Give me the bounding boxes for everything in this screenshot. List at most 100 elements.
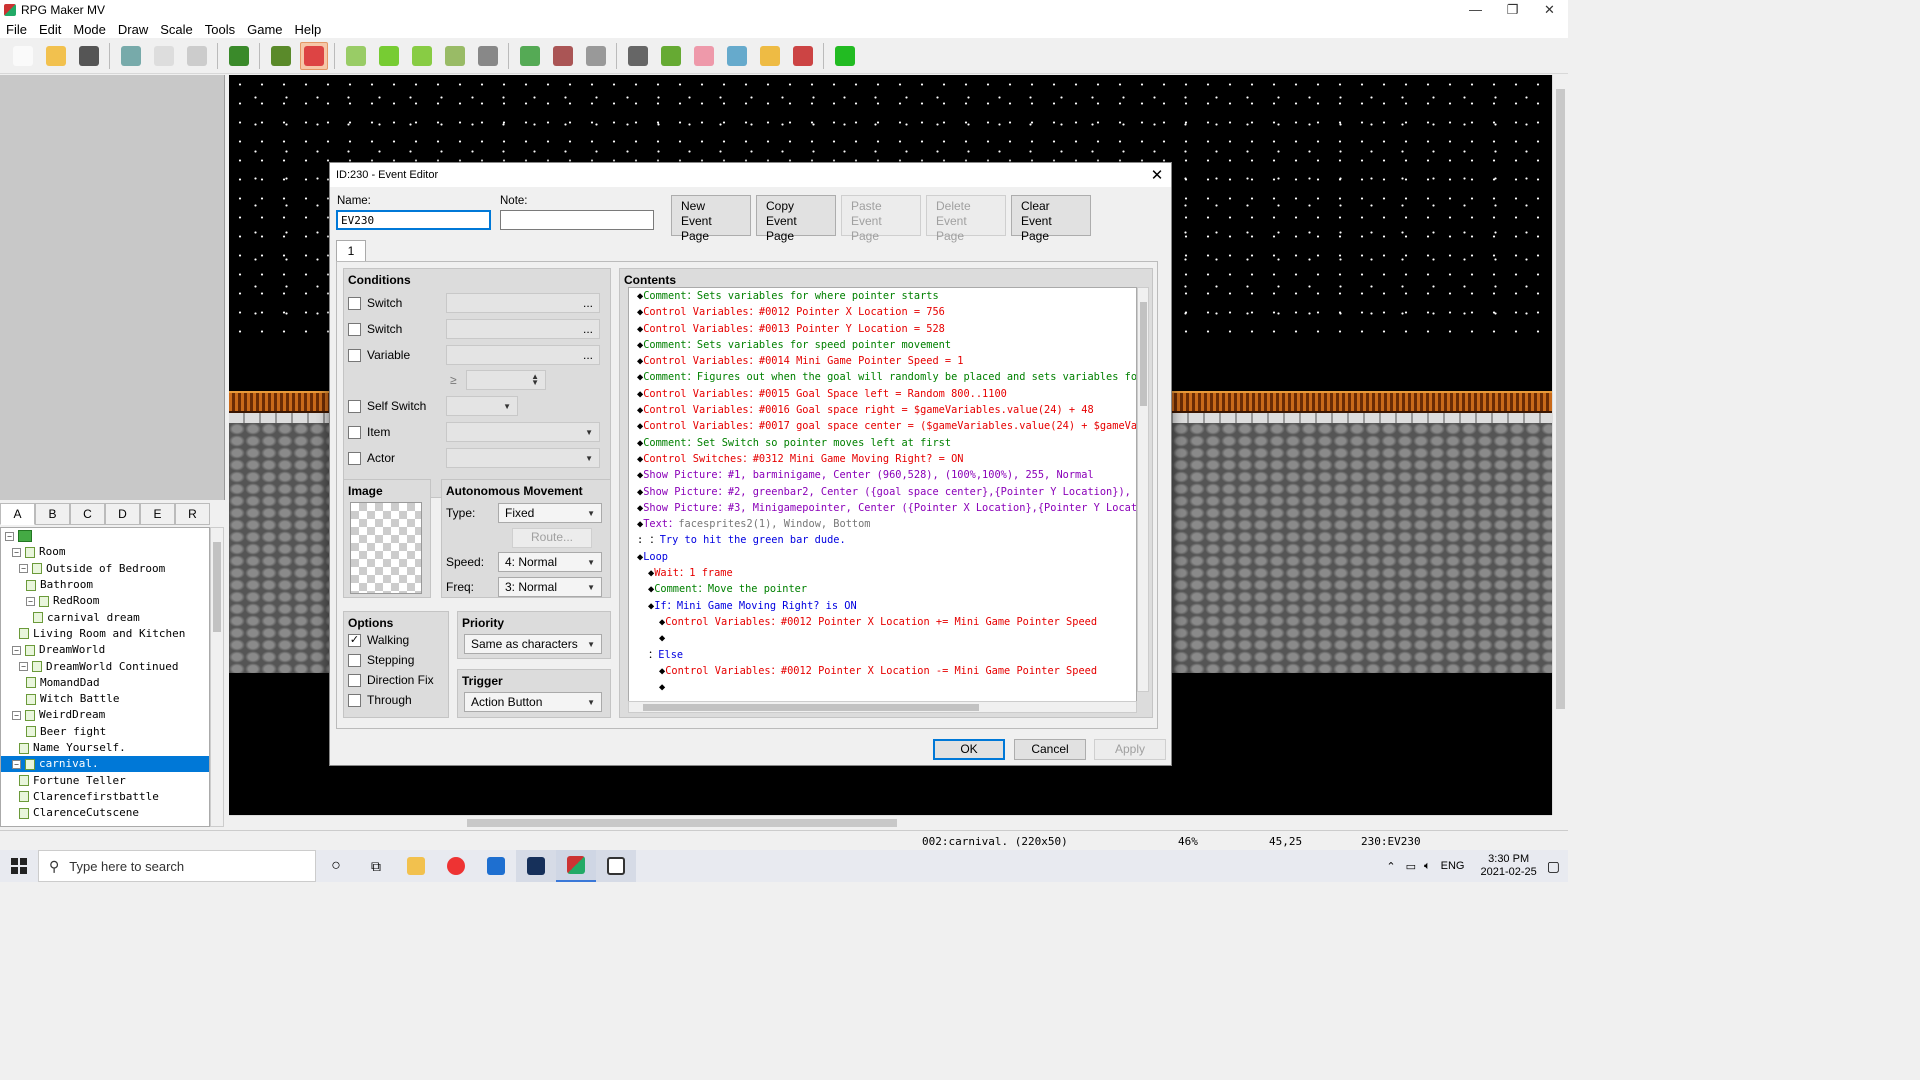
open-project-button[interactable] — [42, 42, 70, 70]
menu-game[interactable]: Game — [241, 22, 288, 37]
option-walking-checkbox[interactable]: ✓ Walking — [348, 633, 409, 647]
resource-manager-button[interactable] — [756, 42, 784, 70]
maximize-button[interactable]: ❐ — [1494, 2, 1531, 18]
menu-scale[interactable]: Scale — [154, 22, 199, 37]
collapse-icon[interactable]: − — [5, 531, 14, 541]
dialog-close-icon[interactable]: ✕ — [1143, 166, 1171, 184]
command-line[interactable]: ◆Comment：Figures out when the goal will … — [629, 369, 1136, 385]
database-button[interactable] — [624, 42, 652, 70]
minimize-button[interactable]: — — [1457, 2, 1494, 18]
task-view-button[interactable]: ⧉ — [356, 850, 396, 882]
event-image-preview[interactable] — [350, 502, 422, 594]
contents-vertical-scrollbar[interactable] — [1137, 287, 1149, 692]
command-line[interactable]: ◆Show Picture：#1, barminigame, Center (9… — [629, 467, 1136, 483]
condition-switch-checkbox[interactable]: Switch — [348, 322, 402, 336]
option-stepping-checkbox[interactable]: Stepping — [348, 653, 414, 667]
command-line[interactable]: ◆Loop — [629, 549, 1136, 565]
map-tree[interactable]: − − Room − Outside of Bedroom Bathroom − RedRoo… — [0, 527, 210, 827]
tileset-tab-b[interactable]: B — [35, 503, 70, 525]
note-field[interactable] — [500, 210, 654, 230]
actual-size-button[interactable] — [582, 42, 610, 70]
command-line[interactable]: ◆Control Variables：#0015 Goal Space left… — [629, 386, 1136, 402]
collapse-icon[interactable]: − — [12, 710, 21, 720]
command-line[interactable]: ◆Comment：Sets variables for speed pointe… — [629, 337, 1136, 353]
command-line[interactable]: ◆Comment：Move the pointer — [629, 581, 1136, 597]
start-button[interactable] — [0, 850, 38, 882]
map-tree-item[interactable]: MomandDad — [1, 675, 209, 691]
map-tree-item[interactable]: − carnival. — [1, 756, 209, 773]
new-project-button[interactable] — [9, 42, 37, 70]
map-mode-button[interactable] — [267, 42, 295, 70]
map-tree-item[interactable]: − DreamWorld — [1, 642, 209, 658]
visual-studio-app[interactable] — [516, 850, 556, 882]
undo-button[interactable] — [225, 42, 253, 70]
clock[interactable]: 3:30 PM 2021-02-25 — [1480, 853, 1536, 879]
map-vertical-scrollbar[interactable] — [1552, 75, 1568, 815]
language-indicator[interactable]: ENG — [1441, 860, 1465, 872]
playtest-button[interactable] — [831, 42, 859, 70]
option-direction-fix-checkbox[interactable]: Direction Fix — [348, 673, 434, 687]
event-command-list[interactable]: ◆Comment：Sets variables for where pointe… — [628, 287, 1137, 702]
clear-event-page-button[interactable]: Clear Event Page — [1011, 195, 1091, 243]
tileset-tab-e[interactable]: E — [140, 503, 175, 525]
plugin-manager-button[interactable] — [657, 42, 685, 70]
command-line[interactable]: ◆Control Variables：#0012 Pointer X Locat… — [629, 614, 1136, 630]
rpg-maker-app[interactable] — [556, 850, 596, 882]
shadow-pen-button[interactable] — [474, 42, 502, 70]
collapse-icon[interactable]: − — [26, 596, 35, 606]
speed-select[interactable]: 4: Normal ▼ — [498, 552, 602, 572]
command-line[interactable]: ◆Wait：1 frame — [629, 565, 1136, 581]
command-line[interactable]: ◆Control Variables：#0016 Goal space righ… — [629, 402, 1136, 418]
ellipse-button[interactable] — [408, 42, 436, 70]
collapse-icon[interactable]: − — [12, 547, 21, 557]
game-window-app[interactable] — [596, 850, 636, 882]
map-tree-item[interactable]: Name Yourself. — [1, 740, 209, 756]
map-tree-item[interactable]: Witch Battle — [1, 691, 209, 707]
tileset-tab-d[interactable]: D — [105, 503, 140, 525]
command-line[interactable]: ◆Control Variables：#0012 Pointer X Locat… — [629, 663, 1136, 679]
command-line[interactable]: ◆Control Switches：#0312 Mini Game Moving… — [629, 451, 1136, 467]
file-explorer-app[interactable] — [396, 850, 436, 882]
collapse-icon[interactable]: − — [19, 662, 28, 672]
command-line[interactable]: ◆Control Variables：#0017 goal space cent… — [629, 418, 1136, 434]
pencil-button[interactable] — [342, 42, 370, 70]
collapse-icon[interactable]: − — [19, 564, 28, 574]
command-line[interactable]: ◆ — [629, 630, 1136, 646]
map-tree-item[interactable]: − Room — [1, 544, 209, 560]
command-line[interactable]: ◆Show Picture：#2, greenbar2, Center ({go… — [629, 484, 1136, 500]
map-tree-item[interactable]: − RedRoom — [1, 593, 209, 609]
menu-help[interactable]: Help — [289, 22, 328, 37]
condition-actor-checkbox[interactable]: Actor — [348, 451, 395, 465]
collapse-icon[interactable]: − — [12, 759, 21, 769]
zoom-in-button[interactable] — [516, 42, 544, 70]
map-tree-scrollbar[interactable] — [210, 527, 224, 827]
event-searcher-button[interactable] — [723, 42, 751, 70]
copy-event-page-button[interactable]: Copy Event Page — [756, 195, 836, 243]
taskbar-search[interactable]: ⚲ Type here to search — [38, 850, 316, 882]
new-event-page-button[interactable]: New Event Page — [671, 195, 751, 243]
map-tree-item[interactable]: − Outside of Bedroom — [1, 561, 209, 577]
mail-app[interactable] — [476, 850, 516, 882]
notifications-icon[interactable]: ▢ — [1547, 858, 1560, 875]
command-line[interactable]: ◆Comment：Set Switch so pointer moves lef… — [629, 435, 1136, 451]
command-line[interactable]: ◆ — [629, 679, 1136, 695]
close-button[interactable]: ✕ — [1531, 2, 1568, 18]
option-through-checkbox[interactable]: Through — [348, 693, 412, 707]
volume-icon[interactable]: 🔈︎ — [1424, 860, 1431, 873]
map-tree-item[interactable]: − WeirdDream — [1, 707, 209, 723]
command-line[interactable]: ◆Control Variables：#0013 Pointer Y Locat… — [629, 321, 1136, 337]
tileset-tab-a[interactable]: A — [0, 503, 35, 525]
map-horizontal-scrollbar[interactable] — [229, 815, 1552, 829]
event-mode-button[interactable] — [299, 41, 328, 70]
command-line[interactable]: ◆Control Variables：#0014 Mini Game Point… — [629, 353, 1136, 369]
command-line[interactable]: ◆Text：facesprites2(1), Window, Bottom — [629, 516, 1136, 532]
priority-select[interactable]: Same as characters ▼ — [464, 634, 602, 654]
command-line[interactable]: ◆Control Variables：#0012 Pointer X Locat… — [629, 304, 1136, 320]
command-line[interactable]: ：Else — [629, 647, 1136, 663]
menu-file[interactable]: File — [0, 22, 33, 37]
command-line[interactable]: ◆If：Mini Game Moving Right? is ON — [629, 598, 1136, 614]
chrome-app[interactable] — [436, 850, 476, 882]
map-tree-item[interactable]: ClarenceCutscene — [1, 805, 209, 821]
paste-button[interactable] — [183, 42, 211, 70]
menu-edit[interactable]: Edit — [33, 22, 67, 37]
